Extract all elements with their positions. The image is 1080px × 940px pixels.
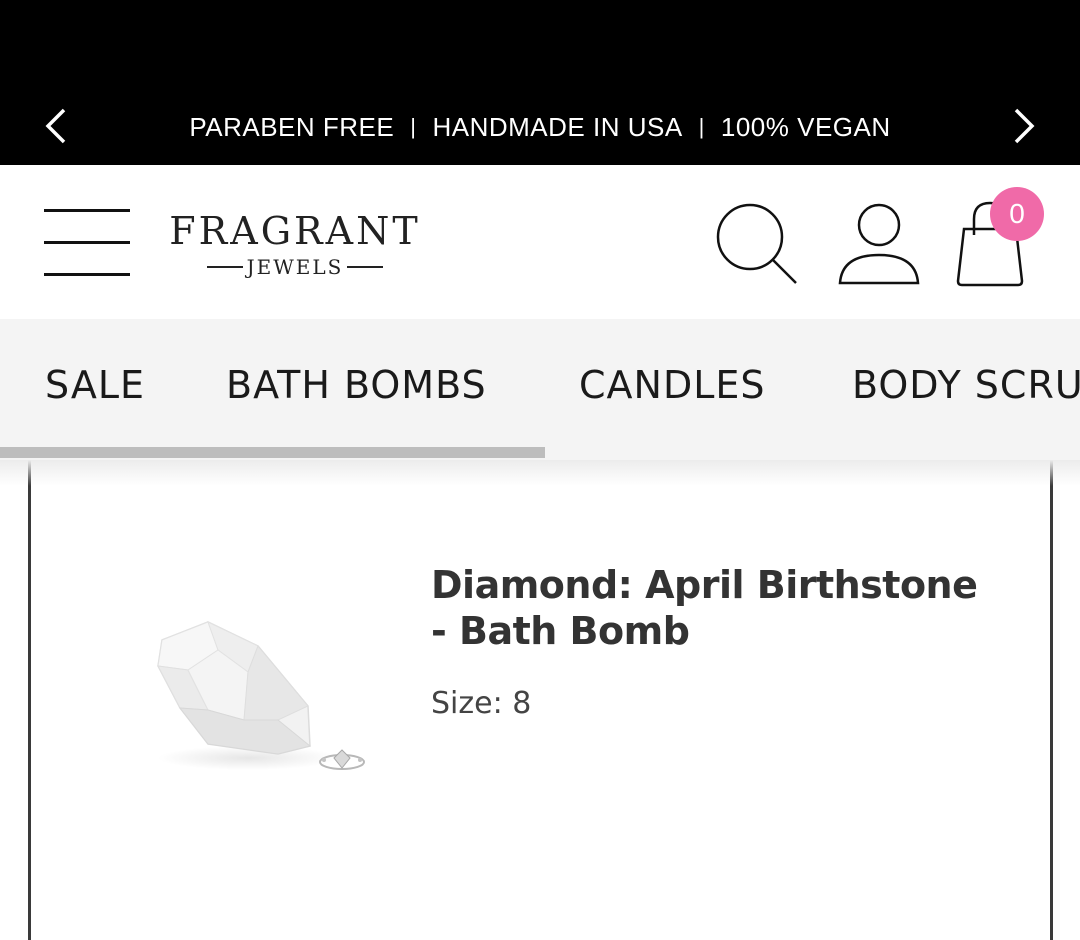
site-header: FRAGRANT JEWELS 0	[0, 165, 1080, 319]
diamond-bath-bomb-image	[157, 621, 365, 770]
category-body-scrubs[interactable]: BODY SCRU	[852, 363, 1080, 409]
logo-sub-text: JEWELS	[246, 255, 344, 279]
shopping-bag-button[interactable]: 0	[950, 187, 1046, 289]
announcement-item: HANDMADE IN USA	[432, 111, 683, 142]
chevron-right-icon	[1014, 108, 1035, 144]
announcement-separator: |	[698, 114, 705, 139]
announcement-item: 100% VEGAN	[720, 111, 891, 142]
category-scrollbar[interactable]	[0, 447, 545, 458]
announcement-bar: PARABEN FREE | HANDMADE IN USA | 100% VE…	[0, 0, 1080, 165]
cart-count-badge: 0	[990, 187, 1044, 241]
announcement-next-button[interactable]	[1002, 104, 1046, 148]
user-icon[interactable]	[836, 201, 922, 287]
product-title[interactable]: Diamond: April Birthstone - Bath Bomb	[431, 562, 991, 654]
announcement-message: PARABEN FREE | HANDMADE IN USA | 100% VE…	[0, 108, 1080, 146]
logo-sub: JEWELS	[164, 255, 426, 279]
product-image[interactable]	[148, 610, 378, 790]
product-size: Size: 8	[431, 686, 532, 721]
site-logo[interactable]: FRAGRANT JEWELS	[164, 209, 426, 279]
category-candles[interactable]: CANDLES	[579, 363, 766, 409]
hamburger-menu-icon[interactable]	[44, 209, 130, 277]
announcement-item: PARABEN FREE	[189, 111, 395, 142]
nav-shadow	[0, 460, 1080, 486]
category-nav: SALE BATH BOMBS CANDLES BODY SCRU	[0, 319, 1080, 460]
logo-main: FRAGRANT	[169, 209, 421, 253]
category-bath-bombs[interactable]: BATH BOMBS	[226, 363, 487, 409]
search-icon[interactable]	[714, 201, 800, 287]
announcement-separator: |	[410, 114, 417, 139]
category-sale[interactable]: SALE	[45, 363, 145, 409]
